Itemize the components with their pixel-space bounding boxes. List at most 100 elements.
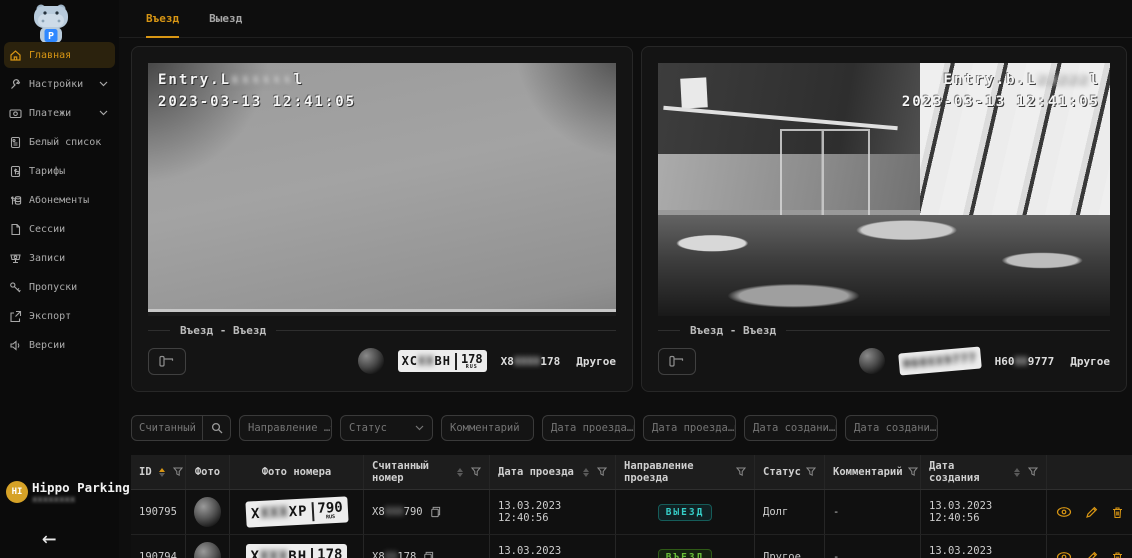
direction-badge: ВЪЕЗД [658, 549, 713, 558]
column-header-comment[interactable]: Комментарий [825, 455, 921, 489]
status-select[interactable]: Статус [340, 415, 433, 441]
tab-entry[interactable]: Въезд [146, 0, 179, 37]
status-label: Другое [576, 355, 616, 368]
open-gate-button[interactable] [658, 348, 696, 375]
camera-scene-ground [658, 215, 1110, 316]
direction-select[interactable]: Направление … [239, 415, 332, 441]
column-header-photo: Фото [186, 455, 230, 489]
search-button[interactable] [202, 416, 230, 440]
barrier-icon [158, 354, 176, 368]
brand-address-masked: xxxxxxxx [32, 495, 75, 505]
table-row[interactable]: 190795 ХХХХХР 790RUS X8ХХХ790 13.03.2023… [131, 490, 1132, 535]
column-header-id[interactable]: ID [131, 455, 186, 489]
plate-image: ХСХХВН 178RUS [398, 350, 487, 372]
plate-image: H60ХХ9777 [898, 346, 982, 375]
filter-bar: Считанный … Направление … Статус Коммент… [131, 415, 938, 441]
column-header-created-date[interactable]: Дата создания [921, 455, 1047, 489]
column-header-actions [1047, 455, 1132, 489]
vehicle-thumb[interactable] [358, 348, 384, 374]
created-date-to-picker[interactable]: Дата создани… [845, 415, 938, 441]
filter-icon[interactable] [471, 467, 481, 477]
sidebar-item-whitelist[interactable]: Белый список [4, 129, 115, 155]
cell-created-date: 13.03.2023 12:40:56 [921, 490, 1047, 534]
open-gate-button[interactable] [148, 348, 186, 375]
tab-exit[interactable]: Выезд [209, 0, 242, 37]
direction-badge: ВЫЕЗД [658, 504, 713, 521]
coins-icon [9, 194, 22, 207]
sidebar-item-label: Белый список [29, 137, 101, 148]
brand-name: Hippo Parking [32, 480, 130, 495]
comment-input[interactable]: Комментарий [441, 415, 534, 441]
sidebar-item-label: Абонементы [29, 195, 89, 206]
camera-card-right: Entry.b.Lxxxxxl 2023-03-13 12:41:05 Въез… [641, 46, 1127, 392]
wrench-icon [9, 78, 22, 91]
list-icon [9, 136, 22, 149]
view-icon[interactable] [1056, 506, 1072, 518]
camera-scene-sign [680, 78, 708, 109]
edit-icon[interactable] [1085, 551, 1098, 558]
plate-photo: ХХХХВН 178RUS [246, 544, 348, 558]
column-header-direction[interactable]: Направление проезда [616, 455, 755, 489]
file-icon [9, 223, 22, 236]
sidebar-item-export[interactable]: Экспорт [4, 303, 115, 329]
sidebar-item-versions[interactable]: Версии [4, 332, 115, 358]
sidebar-item-payments[interactable]: Платежи [4, 100, 115, 126]
table-header: ID Фото Фото номера Считанный номер Дата… [131, 455, 1132, 490]
cell-read-number: X8ХХ178 [364, 535, 490, 558]
column-header-read-number[interactable]: Считанный номер [364, 455, 490, 489]
chevron-down-icon [415, 425, 424, 431]
banknote-icon [9, 107, 22, 120]
brand-avatar: HI [6, 481, 28, 503]
delete-icon[interactable] [1111, 551, 1124, 558]
sidebar-item-sessions[interactable]: Сессии [4, 216, 115, 242]
vehicle-photo-thumb[interactable] [194, 497, 221, 527]
sidebar-item-label: Сессии [29, 224, 65, 235]
filter-icon[interactable] [173, 467, 183, 477]
status-label: Другое [1070, 355, 1110, 368]
cell-read-number: X8ХХХ790 [364, 490, 490, 534]
sidebar-item-settings[interactable]: Настройки [4, 71, 115, 97]
sidebar-item-home[interactable]: Главная [4, 42, 115, 68]
filter-icon[interactable] [806, 467, 816, 477]
filter-icon[interactable] [1028, 467, 1038, 477]
filter-icon[interactable] [736, 467, 746, 477]
sidebar-item-tariffs[interactable]: Тарифы [4, 158, 115, 184]
row-actions [1055, 551, 1124, 558]
direction-divider: Въезд - Въезд [148, 324, 616, 337]
search-input[interactable]: Считанный … [132, 422, 202, 434]
edit-icon[interactable] [1085, 506, 1098, 519]
column-header-pass-date[interactable]: Дата проезда [490, 455, 616, 489]
read-number-search[interactable]: Считанный … [131, 415, 231, 441]
camera-timestamp: 2023-03-13 12:41:05 [902, 92, 1100, 114]
column-header-status[interactable]: Статус [755, 455, 825, 489]
vehicle-photo-thumb[interactable] [194, 542, 221, 558]
created-date-from-picker[interactable]: Дата создани… [744, 415, 837, 441]
pass-date-from-picker[interactable]: Дата проезда… [542, 415, 635, 441]
copy-icon[interactable] [422, 551, 434, 558]
cell-id: 190795 [131, 490, 186, 534]
sidebar-item-label: Экспорт [29, 311, 71, 322]
collapse-sidebar-button[interactable]: ← [42, 524, 56, 552]
cell-status: Другое [755, 535, 825, 558]
filter-icon[interactable] [597, 467, 607, 477]
filter-icon[interactable] [908, 467, 918, 477]
view-icon[interactable] [1056, 551, 1072, 558]
copy-icon[interactable] [429, 506, 441, 518]
sidebar-item-records[interactable]: Записи [4, 245, 115, 271]
barrier-icon [668, 354, 686, 368]
pass-date-to-picker[interactable]: Дата проезда… [643, 415, 736, 441]
plate-photo: ХХХХХР 790RUS [245, 496, 348, 527]
calendar-icon [936, 422, 938, 434]
sidebar-item-subscriptions[interactable]: Абонементы [4, 187, 115, 213]
price-icon [9, 165, 22, 178]
camera-osd-left: Entry.Lxxxxxxl 2023-03-13 12:41:05 [158, 70, 356, 113]
calendar-icon [835, 422, 837, 434]
events-table: ID Фото Фото номера Считанный номер Дата… [131, 455, 1132, 558]
sidebar-item-label: Версии [29, 340, 65, 351]
table-row[interactable]: 190794 ХХХХВН 178RUS X8ХХ178 13.03.2023 … [131, 535, 1132, 558]
delete-icon[interactable] [1111, 506, 1124, 519]
camera-footer-left: ХСХХВН 178RUS X8ХХХХ178 Другое [148, 346, 616, 376]
sidebar-item-passes[interactable]: Пропуски [4, 274, 115, 300]
vehicle-thumb[interactable] [859, 348, 885, 374]
camera-title-masked: xxxxxx [231, 72, 294, 88]
